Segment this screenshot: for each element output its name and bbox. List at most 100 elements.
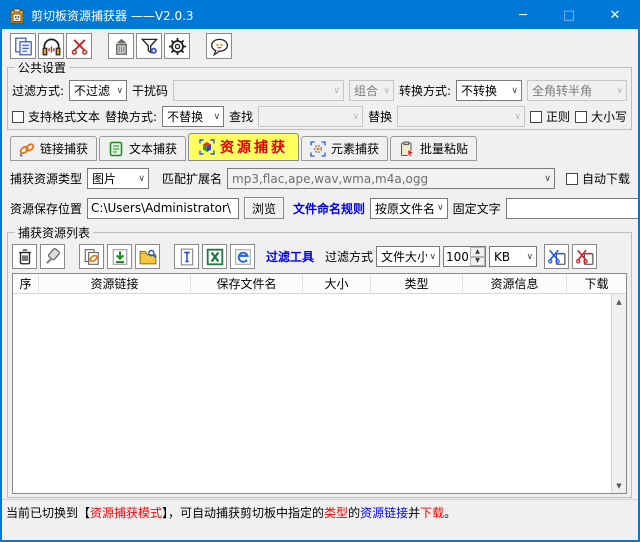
filter-cut-button[interactable]	[544, 244, 569, 269]
filter-settings-button[interactable]	[136, 33, 162, 59]
rich-text-checkbox[interactable]: 支持格式文本	[12, 108, 100, 125]
tab-resource-capture[interactable]: 资源捕获	[188, 133, 299, 161]
column-header-type[interactable]: 类型	[371, 274, 463, 293]
column-header-size[interactable]: 大小	[303, 274, 371, 293]
table-body-empty	[13, 294, 611, 493]
clear-clipboard-button[interactable]	[108, 33, 134, 59]
app-icon	[9, 8, 25, 24]
status-segment: 的	[348, 506, 360, 520]
chevron-down-icon: ∨	[514, 112, 521, 122]
status-segment: 类型	[324, 506, 348, 520]
size-filter-select[interactable]: 文件大小∨	[376, 246, 440, 267]
filter-mode-select[interactable]: 不过滤∨	[69, 80, 127, 101]
resource-type-row: 捕获资源类型 图片∨ 匹配扩展名 mp3,flac,ape,wav,wma,m4…	[10, 168, 630, 189]
chevron-down-icon: ∨	[138, 174, 145, 184]
scroll-up-button[interactable]: ▲	[612, 294, 626, 309]
convert-mode-select[interactable]: 不转换∨	[456, 80, 522, 101]
browse-button[interactable]: 浏览	[244, 197, 284, 219]
status-segment: 】，可自动捕获剪切板中指定的	[162, 506, 324, 520]
tab-element-capture[interactable]: 元素捕获	[301, 136, 388, 161]
clear-list-button[interactable]	[40, 244, 65, 269]
capture-tab-bar: 链接捕获 文本捕获 资源捕获 元素捕获 批量粘贴	[10, 133, 479, 161]
export-excel-icon	[206, 248, 224, 266]
checkbox-icon	[12, 111, 24, 123]
filter-tool-link[interactable]: 过滤工具	[266, 248, 314, 265]
naming-rule-link[interactable]: 文件命名规则	[293, 200, 365, 217]
resource-table: 序 资源链接 保存文件名 大小 类型 资源信息 下载 ▲ ▼	[12, 273, 627, 494]
save-path-input[interactable]	[87, 198, 239, 219]
export-text-button[interactable]	[174, 244, 199, 269]
rgb-cube-icon	[199, 139, 215, 155]
paste-button[interactable]	[10, 33, 36, 59]
export-ie-button[interactable]	[230, 244, 255, 269]
common-settings-legend: 公共设置	[15, 59, 69, 76]
export-ie-icon	[234, 248, 252, 266]
open-folder-button[interactable]	[135, 244, 160, 269]
clipboard-monitor-icon	[42, 37, 61, 56]
status-segment: 当前已切换到【	[6, 506, 90, 520]
naming-rule-select[interactable]: 按原文件名∨	[370, 198, 448, 219]
auto-download-checkbox[interactable]: 自动下载	[566, 170, 630, 187]
minimize-button[interactable]: ─	[500, 2, 546, 29]
export-excel-button[interactable]	[202, 244, 227, 269]
monitor-clipboard-button[interactable]	[38, 33, 64, 59]
about-button[interactable]	[206, 33, 232, 59]
regex-checkbox[interactable]: 正则	[530, 108, 570, 125]
text-capture-icon	[108, 141, 124, 157]
combine-select: 组合∨	[349, 80, 394, 101]
stop-capture-icon	[70, 37, 89, 56]
chevron-down-icon: ∨	[437, 203, 444, 213]
list-toolbar: 过滤工具 过滤方式 文件大小∨ ▲▼ KB∨	[12, 244, 627, 269]
tab-text-capture[interactable]: 文本捕获	[99, 136, 186, 161]
delete-filtered-button[interactable]	[572, 244, 597, 269]
save-path-label: 资源保存位置	[10, 200, 82, 217]
spin-up-button[interactable]: ▲	[470, 247, 485, 257]
extension-select[interactable]: mp3,flac,ape,wav,wma,m4a,ogg∨	[227, 168, 555, 189]
extension-label: 匹配扩展名	[162, 170, 222, 187]
clear-clipboard-icon	[112, 37, 131, 56]
open-folder-icon	[139, 248, 157, 266]
chevron-down-icon: ∨	[511, 86, 518, 96]
resource-type-select[interactable]: 图片∨	[87, 168, 149, 189]
resource-type-label: 捕获资源类型	[10, 170, 82, 187]
status-segment: 。	[444, 506, 456, 520]
case-checkbox[interactable]: 大小写	[575, 108, 627, 125]
replace-mode-select[interactable]: 不替换∨	[162, 106, 224, 127]
vertical-scrollbar[interactable]: ▲ ▼	[611, 294, 626, 493]
column-header-filename[interactable]: 保存文件名	[191, 274, 303, 293]
checkbox-icon	[530, 111, 542, 123]
common-settings-group: 公共设置 过滤方式: 不过滤∨ 干扰码 ∨ 组合∨ 转换方式: 不转换∨ 全角转…	[7, 59, 632, 130]
unit-select[interactable]: KB∨	[489, 246, 537, 267]
chevron-down-icon: ∨	[116, 86, 123, 96]
maximize-button[interactable]: □	[546, 2, 592, 29]
delete-all-button[interactable]	[12, 244, 37, 269]
list-filter-mode-label: 过滤方式	[325, 248, 373, 265]
replace-label: 替换	[368, 108, 392, 125]
column-header-index[interactable]: 序	[13, 274, 39, 293]
chevron-down-icon: ∨	[544, 174, 551, 184]
size-value-input[interactable]	[444, 247, 470, 266]
interference-select: ∨	[173, 80, 344, 101]
tab-link-capture[interactable]: 链接捕获	[10, 136, 97, 161]
settings-button[interactable]	[164, 33, 190, 59]
column-header-download[interactable]: 下载	[567, 274, 626, 293]
fixed-text-input[interactable]	[506, 198, 640, 219]
tab-batch-paste[interactable]: 批量粘贴	[390, 136, 477, 161]
status-segment: 资源捕获模式	[90, 506, 162, 520]
stop-capture-button[interactable]	[66, 33, 92, 59]
copy-links-button[interactable]	[79, 244, 104, 269]
find-label: 查找	[229, 108, 253, 125]
spin-down-button[interactable]: ▼	[470, 257, 485, 267]
status-segment: 资源链接	[360, 506, 408, 520]
interference-label: 干扰码	[132, 82, 168, 99]
paste-icon	[14, 37, 33, 56]
column-header-info[interactable]: 资源信息	[463, 274, 567, 293]
filter-cut-icon	[548, 248, 566, 266]
resource-list-group: 捕获资源列表 过滤工具 过滤方式 文件大小∨ ▲▼ KB∨	[7, 224, 632, 498]
download-button[interactable]	[107, 244, 132, 269]
save-path-row: 资源保存位置 浏览 文件命名规则 按原文件名∨ 固定文字 应用	[10, 197, 630, 219]
column-header-link[interactable]: 资源链接	[39, 274, 191, 293]
scroll-down-button[interactable]: ▼	[612, 478, 626, 493]
chevron-down-icon: ∨	[616, 86, 623, 96]
close-button[interactable]: ✕	[592, 2, 638, 29]
